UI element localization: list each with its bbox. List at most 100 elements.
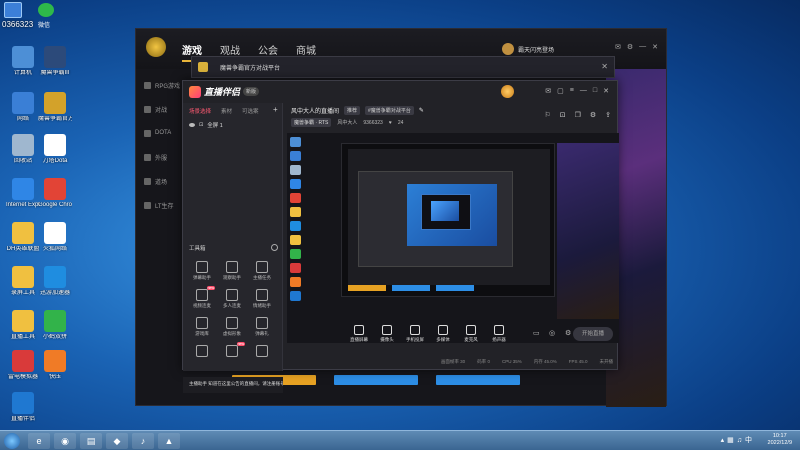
game-mode-icon: [144, 129, 151, 137]
desktop-icon[interactable]: Google Chrome: [38, 178, 72, 209]
game-sidebar-label: 道场: [155, 179, 168, 186]
desktop-icon[interactable]: 小鹤双拼: [38, 310, 72, 341]
desktop-icon[interactable]: 魔兽争霸III: [38, 46, 72, 77]
tool-item[interactable]: 主播任务: [247, 261, 277, 281]
start-live-button[interactable]: 开始直播: [573, 327, 613, 341]
minimize-icon[interactable]: —: [639, 43, 646, 51]
gift-icon[interactable]: ⚐: [544, 111, 550, 119]
tray-volume-icon[interactable]: ♫: [737, 437, 742, 444]
tool-icon: [256, 289, 268, 301]
game-mode-icon: [144, 81, 151, 89]
mail-icon[interactable]: ✉: [615, 43, 621, 51]
live-avatar[interactable]: [501, 85, 514, 98]
share-icon[interactable]: ⇪: [605, 111, 611, 119]
eye-icon[interactable]: [189, 123, 195, 127]
stream-sub-row: 魔兽争霸 · RTS 风中大人 9366323 ♥ 24: [291, 118, 403, 127]
desktop-icon[interactable]: 雷电模拟器: [6, 350, 40, 381]
desktop-icon[interactable]: 回收站: [6, 134, 40, 165]
tool-item[interactable]: 弹幕礼: [247, 317, 277, 337]
desktop-icon[interactable]: 魔兽争霸官方对战平台: [38, 92, 72, 123]
desktop-icon[interactable]: 迅游加速器: [38, 266, 72, 297]
tray-ime-icon[interactable]: 中: [745, 435, 752, 445]
tool-item[interactable]: [187, 345, 217, 359]
taskbar-chrome-icon[interactable]: ◉: [54, 433, 76, 449]
source-button[interactable]: 扬声器: [485, 325, 513, 343]
tool-item[interactable]: 游戏库: [187, 317, 217, 337]
stream-preview[interactable]: [287, 133, 619, 343]
scene-item[interactable]: ⊡ 全屏 1: [183, 119, 282, 131]
taskbar-ie-icon[interactable]: e: [28, 433, 50, 449]
taskbar-app-icon[interactable]: ◆: [106, 433, 128, 449]
taskbar-game-icon[interactable]: ▲: [158, 433, 180, 449]
app-icon: [44, 350, 66, 372]
source-icon: [382, 325, 392, 335]
tray-up-icon[interactable]: ▴: [721, 436, 725, 444]
game-logo-icon[interactable]: [146, 37, 166, 57]
desktop-icon[interactable]: Internet Explorer: [6, 178, 40, 209]
notice-bar[interactable]: 主播助手 知道在这里公告的直播间，请注册账号并联系直播: [183, 377, 283, 393]
source-button[interactable]: 直播屏幕: [345, 325, 373, 343]
start-button[interactable]: [4, 433, 20, 449]
desktop-icon[interactable]: 计算机: [6, 46, 40, 77]
maximize-icon[interactable]: □: [593, 87, 597, 95]
tab-scenes[interactable]: 场景选择: [189, 107, 211, 115]
close-icon[interactable]: ✕: [652, 43, 658, 51]
desktop-icon[interactable]: 录屏工具: [6, 266, 40, 297]
desktop-icon[interactable]: 网络: [6, 92, 40, 123]
stream-tag-2[interactable]: #魔兽争霸对战平台: [365, 106, 414, 115]
desktop-icon-label: 计算机: [13, 70, 32, 76]
source-button[interactable]: 手机投屏: [401, 325, 429, 343]
game-user[interactable]: 霸天闪亮登场: [502, 43, 554, 55]
taskbar-sound-icon[interactable]: ♪: [132, 433, 154, 449]
mail-icon[interactable]: ✉: [545, 87, 551, 95]
tool-item[interactable]: 多人连麦: [217, 289, 247, 309]
desktop-icon[interactable]: 刀塔Dota: [38, 134, 72, 165]
close-icon[interactable]: ✕: [603, 87, 609, 95]
lock-icon[interactable]: ⊡: [199, 122, 203, 128]
eye-toggle-icon[interactable]: ◎: [549, 329, 555, 337]
tab-material[interactable]: 素材: [221, 107, 232, 115]
source-button[interactable]: 多媒体: [429, 325, 457, 343]
tool-item[interactable]: 虚拟形象: [217, 317, 247, 337]
blue-button-2[interactable]: [436, 375, 520, 385]
desktop-icon[interactable]: 直播伴侣: [6, 392, 40, 423]
tool-icon: [256, 317, 268, 329]
desktop-icon-label: 雷电模拟器: [7, 374, 38, 380]
tool-item[interactable]: 弹幕助手: [187, 261, 217, 281]
desktop-icon[interactable]: DH英雄联盟: [6, 222, 40, 253]
desktop-icon[interactable]: 快压: [38, 350, 72, 381]
taskbar-folder-icon[interactable]: ▤: [80, 433, 102, 449]
tool-icon: [226, 289, 238, 301]
camera-toggle-icon[interactable]: ▭: [533, 329, 540, 337]
settings-icon[interactable]: ⚙: [590, 111, 596, 119]
tab-options[interactable]: 可选案: [242, 107, 259, 115]
app-icon: [12, 178, 34, 200]
blue-button[interactable]: [334, 375, 418, 385]
stream-title[interactable]: 风中大人的直播间: [291, 106, 339, 115]
source-button[interactable]: 摄像头: [373, 325, 401, 343]
tools-more-icon[interactable]: [271, 244, 278, 251]
tool-item[interactable]: [247, 345, 277, 359]
tool-item[interactable]: 情绪助手: [247, 289, 277, 309]
menu-icon[interactable]: ≡: [570, 87, 574, 95]
message-icon[interactable]: ▢: [557, 87, 564, 95]
edit-icon[interactable]: ✎: [419, 107, 424, 114]
clock[interactable]: 10:17 2022/12/9: [768, 433, 792, 447]
minimize-icon[interactable]: —: [580, 87, 587, 95]
taskbar: e ◉ ▤ ◆ ♪ ▲ ▴ ▦ ♫ 中 10:17 2022/12/9: [0, 430, 800, 450]
settings-icon[interactable]: ⚙: [565, 329, 571, 337]
popup-close-icon[interactable]: ✕: [601, 62, 608, 71]
desktop-icon[interactable]: 直播工具: [6, 310, 40, 341]
desktop-icon-label: 小鹤双拼: [42, 334, 67, 340]
tool-item[interactable]: new: [217, 342, 247, 359]
tool-item[interactable]: 观察助手: [217, 261, 247, 281]
desktop-icon[interactable]: 火狐网络: [38, 222, 72, 253]
tool-item[interactable]: new 视频连麦: [187, 286, 217, 309]
lock-icon[interactable]: ⊡: [560, 111, 566, 119]
version-badge[interactable]: 新版: [243, 87, 260, 96]
category-badge[interactable]: 魔兽争霸 · RTS: [291, 118, 332, 127]
source-button[interactable]: 麦克风: [457, 325, 485, 343]
tray-network-icon[interactable]: ▦: [727, 436, 734, 444]
copy-icon[interactable]: ❐: [575, 111, 581, 119]
settings-icon[interactable]: ⚙: [627, 43, 633, 51]
